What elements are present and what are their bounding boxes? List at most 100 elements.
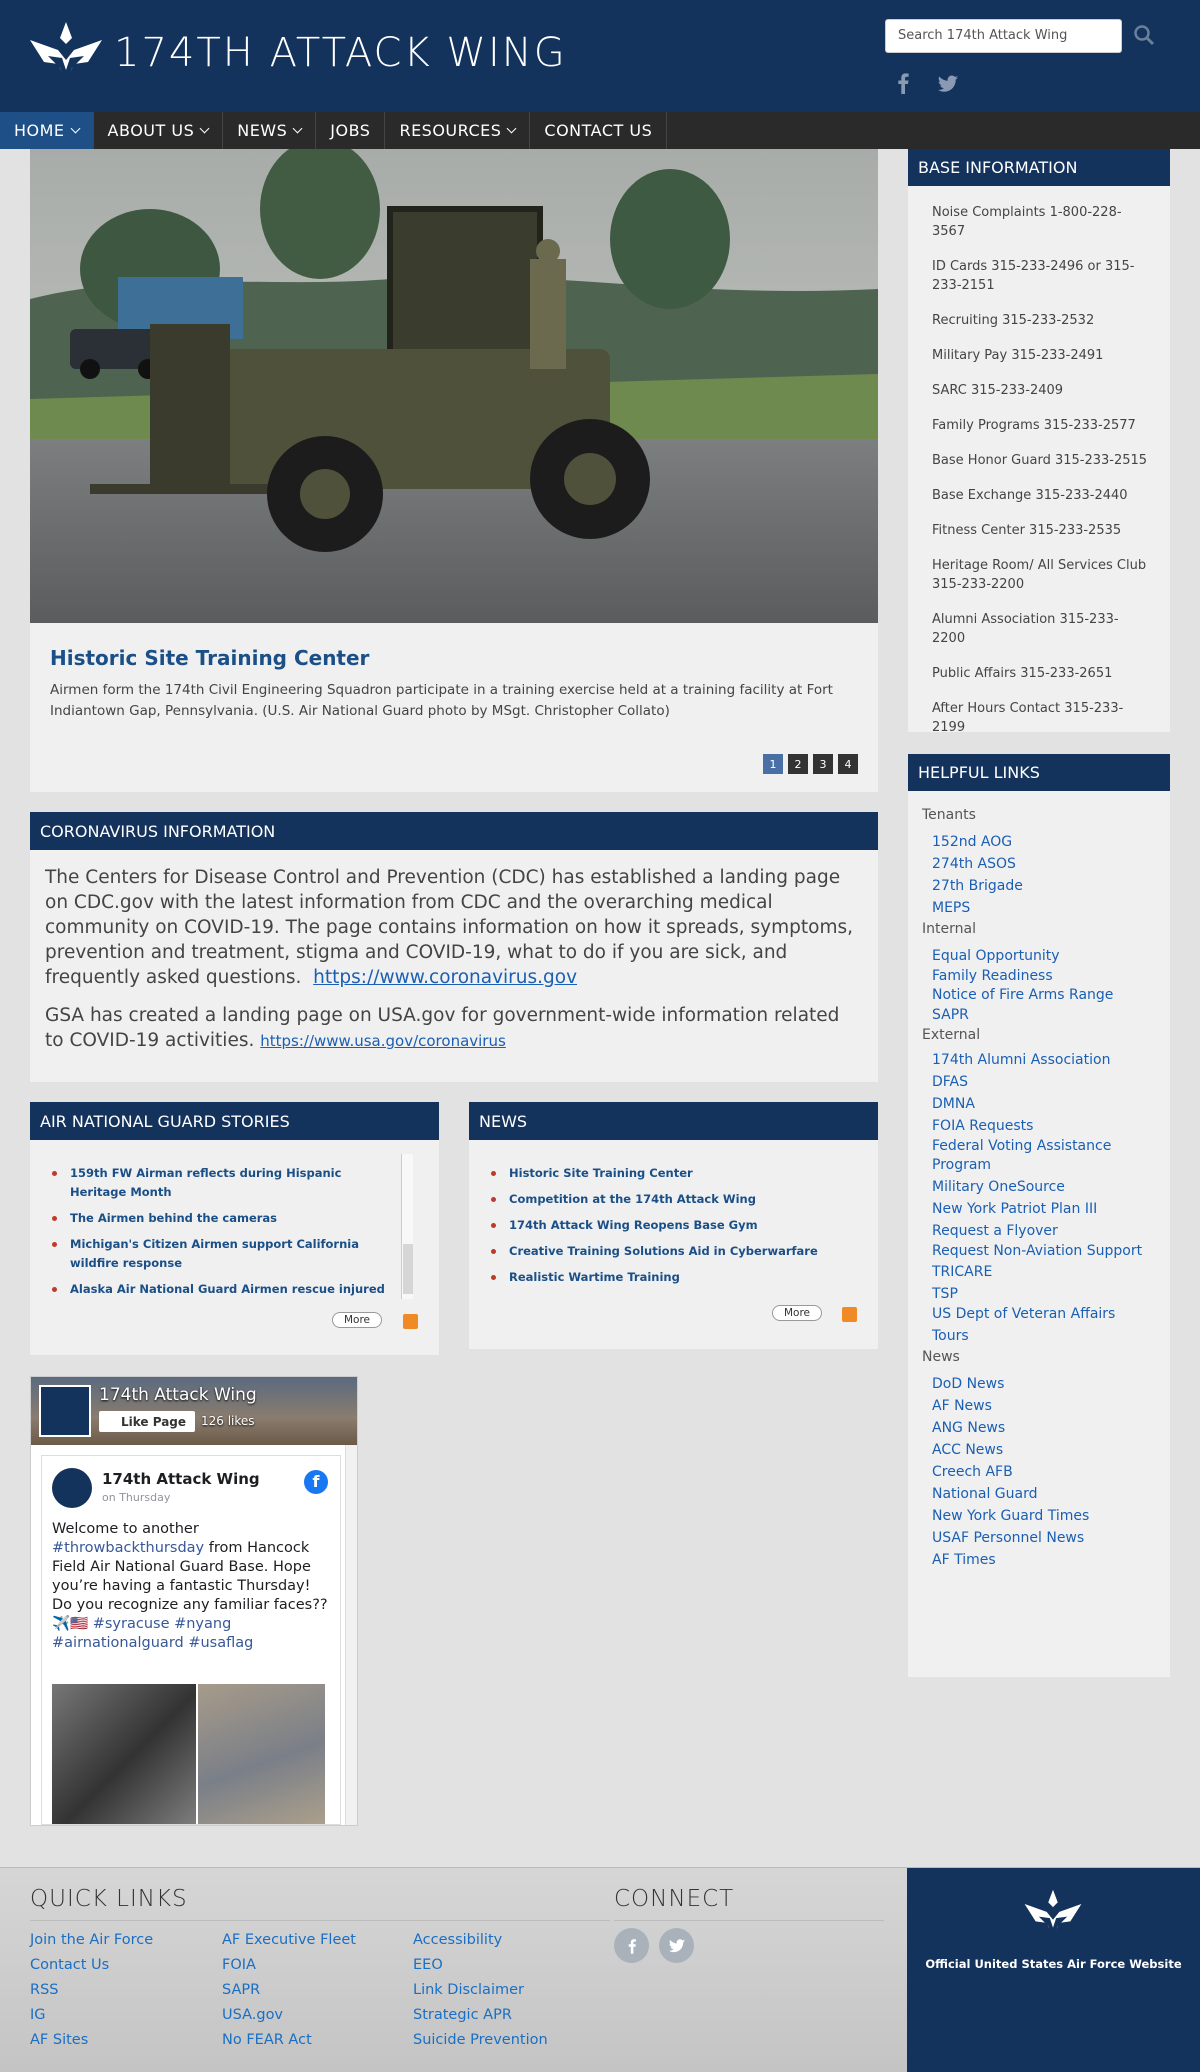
list-item[interactable]: Alaska Air National Guard Airmen rescue … [52,1280,390,1299]
helpful-link[interactable]: Creech AFB [932,1461,1156,1483]
list-item: Military Pay 315-233-2491 [932,348,1104,363]
hashtag-link[interactable]: #syracuse #nyang [93,1616,232,1632]
stories-scrollbar[interactable] [401,1154,413,1299]
stories-more-button[interactable]: More [332,1312,382,1328]
hashtag-link[interactable]: #airnationalguard #usaflag [52,1635,253,1651]
helpful-link[interactable]: National Guard [932,1483,1156,1505]
nav-about-us[interactable]: ABOUT US [94,112,224,149]
pager-button-3[interactable]: 3 [813,754,833,774]
list-item[interactable]: The Airmen behind the cameras [52,1209,390,1228]
helpful-link[interactable]: Federal Voting Assistance Program [932,1137,1156,1176]
helpful-link[interactable]: SAPR [932,1006,1156,1026]
helpful-link[interactable]: TSP [932,1283,1156,1305]
helpful-link[interactable]: Request Non-Aviation Support [932,1242,1156,1262]
footer-link[interactable]: FOIA [222,1953,356,1978]
footer-link[interactable]: Link Disclaimer [413,1978,548,2003]
facebook-page-name[interactable]: 174th Attack Wing [99,1385,257,1405]
news-more-button[interactable]: More [772,1305,822,1321]
coronavirus-gov-link[interactable]: https://www.coronavirus.gov [313,967,577,988]
footer-facebook-icon[interactable] [614,1928,649,1963]
search-icon[interactable] [1133,24,1155,46]
nav-jobs[interactable]: JOBS [316,112,386,149]
list-item[interactable]: 174th Attack Wing Reopens Base Gym [491,1216,878,1235]
helpful-link[interactable]: 274th ASOS [932,853,1156,875]
twitter-icon[interactable] [937,74,959,94]
pager-button-1[interactable]: 1 [763,754,783,774]
footer-link[interactable]: Strategic APR [413,2003,548,2028]
nav-home[interactable]: HOME [0,112,94,149]
list-item[interactable]: Competition at the 174th Attack Wing [491,1190,878,1209]
footer-link[interactable]: SAPR [222,1978,356,2003]
list-item[interactable]: 159th FW Airman reflects during Hispanic… [52,1164,390,1202]
footer-link[interactable]: RSS [30,1978,153,2003]
helpful-link[interactable]: 27th Brigade [932,875,1156,897]
helpful-link[interactable]: MEPS [932,897,1156,919]
helpful-link[interactable]: 174th Alumni Association [932,1051,1156,1071]
footer-link[interactable]: EEO [413,1953,548,1978]
list-item[interactable]: Historic Site Training Center [491,1164,878,1183]
hashtag-link[interactable]: #throwbackthursday [52,1540,204,1556]
facebook-logo-icon[interactable]: f [304,1470,328,1494]
helpful-link[interactable]: Notice of Fire Arms Range [932,986,1156,1006]
search-input[interactable]: Search 174th Attack Wing [885,19,1122,53]
nav-contact-us[interactable]: CONTACT US [530,112,668,149]
footer-divider [30,1920,610,1921]
helpful-link[interactable]: 152nd AOG [932,831,1156,853]
facebook-post-photo[interactable] [52,1684,196,1824]
helpful-link[interactable]: Equal Opportunity [932,945,1156,967]
air-force-wing-logo-icon[interactable] [28,20,104,88]
helpful-link[interactable]: ANG News [932,1417,1156,1439]
helpful-link[interactable]: New York Patriot Plan III [932,1198,1156,1220]
helpful-link[interactable]: AF Times [932,1549,1156,1571]
helpful-link[interactable]: USAF Personnel News [932,1527,1156,1549]
helpful-link[interactable]: DoD News [932,1373,1156,1395]
helpful-link[interactable]: Family Readiness [932,967,1156,986]
nav-label: RESOURCES [399,121,502,140]
helpful-link[interactable]: TRICARE [932,1261,1156,1283]
rss-icon[interactable] [842,1307,857,1322]
footer-link[interactable]: Join the Air Force [30,1928,153,1953]
nav-news[interactable]: NEWS [223,112,317,149]
helpful-link[interactable]: US Dept of Veteran Affairs [932,1305,1156,1325]
list-item[interactable]: Michigan's Citizen Airmen support Califo… [52,1235,390,1273]
facebook-post-photo[interactable] [198,1684,325,1824]
footer-link[interactable]: Suicide Prevention [413,2028,548,2053]
air-force-site-block[interactable]: Official United States Air Force Website [907,1868,1200,2072]
news-list: Historic Site Training Center Competitio… [469,1164,878,1287]
footer-link[interactable]: AF Sites [30,2028,153,2053]
footer-link[interactable]: AF Executive Fleet [222,1928,356,1953]
facebook-post-author[interactable]: 174th Attack Wing [102,1470,260,1488]
footer-link[interactable]: Accessibility [413,1928,548,1953]
site-title[interactable]: 174TH ATTACK WING [114,30,567,76]
facebook-like-button[interactable]: Like Page [99,1411,195,1432]
footer-link[interactable]: Contact Us [30,1953,153,1978]
list-item[interactable]: Creative Training Solutions Aid in Cyber… [491,1242,878,1261]
pager-button-2[interactable]: 2 [788,754,808,774]
footer-twitter-icon[interactable] [659,1928,694,1963]
avatar[interactable] [52,1468,92,1508]
nav-resources[interactable]: RESOURCES [385,112,531,149]
rss-icon[interactable] [403,1314,418,1329]
facebook-post-date[interactable]: on Thursday [102,1491,170,1504]
helpful-link[interactable]: DMNA [932,1093,1156,1115]
helpful-link[interactable]: Tours [932,1325,1156,1347]
facebook-page-avatar[interactable] [39,1385,91,1437]
scrollbar-thumb[interactable] [403,1244,413,1294]
footer-link[interactable]: USA.gov [222,2003,356,2028]
helpful-link[interactable]: FOIA Requests [932,1115,1156,1137]
pager-button-4[interactable]: 4 [838,754,858,774]
helpful-link[interactable]: New York Guard Times [932,1505,1156,1527]
list-item[interactable]: Realistic Wartime Training [491,1268,878,1287]
facebook-scrollbar[interactable] [345,1445,357,1825]
footer-link[interactable]: IG [30,2003,153,2028]
helpful-link[interactable]: AF News [932,1395,1156,1417]
helpful-link[interactable]: Military OneSource [932,1176,1156,1198]
facebook-icon[interactable] [893,72,913,94]
helpful-link[interactable]: Request a Flyover [932,1220,1156,1242]
usa-gov-link[interactable]: https://www.usa.gov/coronavirus [260,1032,506,1050]
hero-image[interactable] [30,149,878,623]
helpful-link[interactable]: ACC News [932,1439,1156,1461]
footer-link[interactable]: No FEAR Act [222,2028,356,2053]
hero-title[interactable]: Historic Site Training Center [50,646,369,670]
helpful-link[interactable]: DFAS [932,1071,1156,1093]
